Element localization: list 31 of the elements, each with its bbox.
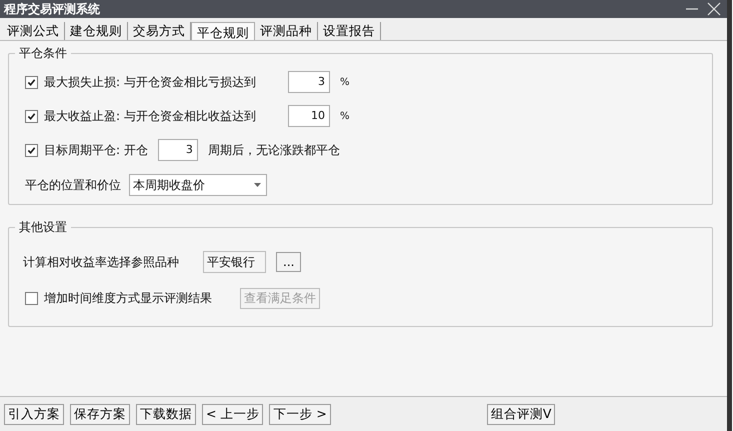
reference-field[interactable]: 平安银行 (203, 251, 266, 273)
rule-label: 最大损失止损: 与开仓资金相比亏损达到 (44, 74, 257, 90)
reference-label: 计算相对收益率选择参照品种 (23, 254, 179, 270)
window-title: 程序交易评测系统 (4, 0, 101, 18)
checkbox[interactable] (25, 292, 38, 304)
input-field[interactable]: 3 (288, 71, 330, 93)
group-title: 其他设置 (18, 219, 68, 236)
input-field[interactable]: 10 (288, 105, 330, 127)
browse-button[interactable]: ... (276, 252, 302, 272)
unit-label: % (340, 76, 350, 88)
rule-label: 目标周期平仓: 开仓 (44, 142, 148, 158)
caret-icon (254, 183, 261, 187)
dropdown[interactable]: 本周期收盘价 (129, 174, 267, 196)
input-field[interactable]: 3 (158, 139, 198, 161)
footer-button[interactable]: < 上一步 (202, 404, 264, 424)
checkbox[interactable] (25, 144, 38, 156)
rule-label: 最大收益止盈: 与开仓资金相比收益达到 (44, 108, 257, 124)
price-label: 平仓的位置和价位 (25, 176, 121, 194)
tab[interactable]: 平仓规则 (191, 22, 255, 42)
unit-label: % (340, 110, 350, 122)
checkbox[interactable] (25, 110, 38, 122)
rule-label: 周期后，无论涨跌都平仓 (208, 142, 340, 158)
footer-button[interactable]: 下一步 > (269, 404, 331, 424)
option-label: 增加时间维度方式显示评测结果 (44, 290, 212, 306)
footer-button[interactable]: 下载数据 (136, 404, 196, 424)
footer-button[interactable]: 组合评测V (486, 404, 556, 424)
footer-button[interactable]: 引入方案 (4, 404, 64, 424)
checkbox[interactable] (25, 76, 38, 88)
footer-button[interactable]: 保存方案 (70, 404, 130, 424)
close-icon[interactable] (707, 2, 721, 16)
group-title: 平仓条件 (18, 45, 68, 62)
